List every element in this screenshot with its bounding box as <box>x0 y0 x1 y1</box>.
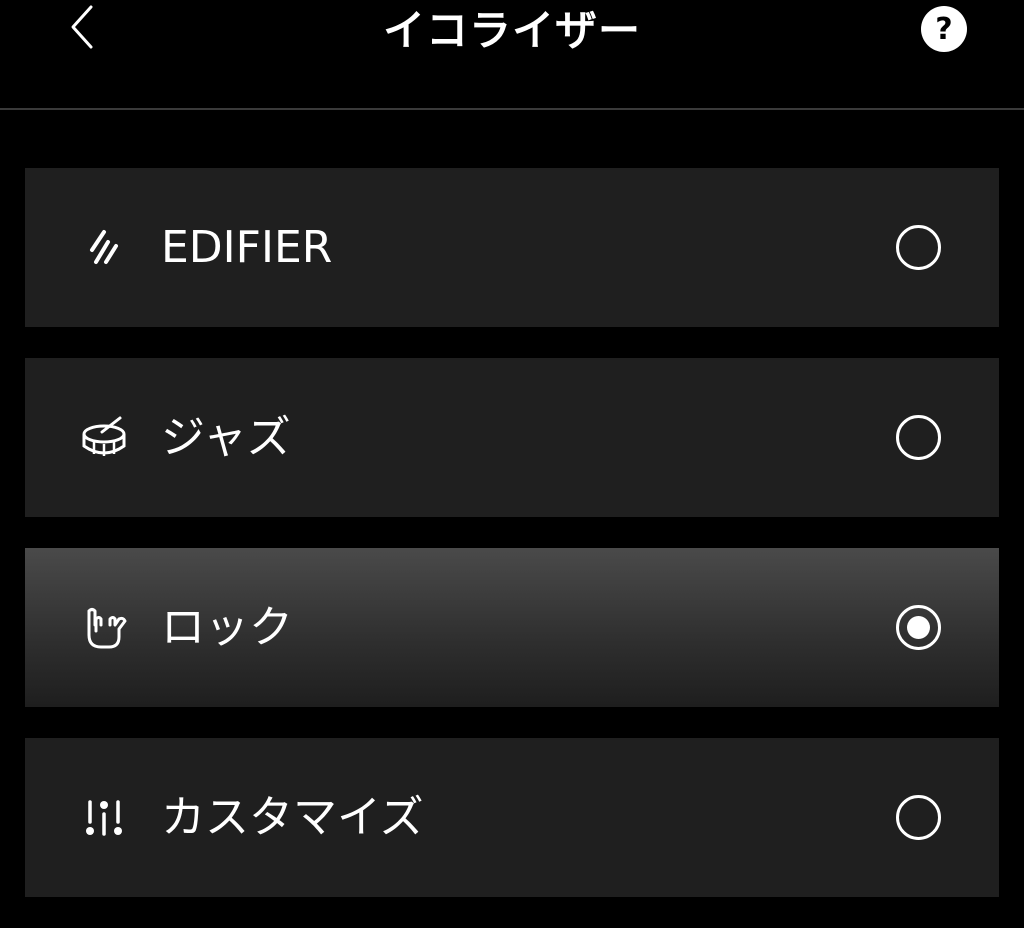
preset-list: EDIFIER ジャズ ロック カスタマイズ <box>25 168 999 928</box>
sliders-icon <box>79 793 129 843</box>
preset-radio-selected[interactable] <box>896 605 941 650</box>
preset-item-edifier[interactable]: EDIFIER <box>25 168 999 327</box>
preset-radio[interactable] <box>896 225 941 270</box>
preset-label: ロック <box>161 602 293 653</box>
preset-item-jazz[interactable]: ジャズ <box>25 358 999 517</box>
help-button[interactable]: ? <box>921 6 967 52</box>
preset-label: ジャズ <box>161 412 291 463</box>
help-circle-icon: ? <box>935 11 953 47</box>
radio-dot <box>907 616 930 639</box>
preset-item-custom[interactable]: カスタマイズ <box>25 738 999 897</box>
edifier-logo-icon <box>79 223 129 273</box>
page-title: イコライザー <box>382 6 641 55</box>
preset-radio[interactable] <box>896 795 941 840</box>
preset-label: カスタマイズ <box>161 792 424 843</box>
preset-label: EDIFIER <box>161 222 333 273</box>
rock-hand-icon <box>79 603 129 653</box>
drum-icon <box>79 413 129 463</box>
app-header: イコライザー ? <box>0 0 1024 110</box>
preset-item-rock[interactable]: ロック <box>25 548 999 707</box>
preset-radio[interactable] <box>896 415 941 460</box>
